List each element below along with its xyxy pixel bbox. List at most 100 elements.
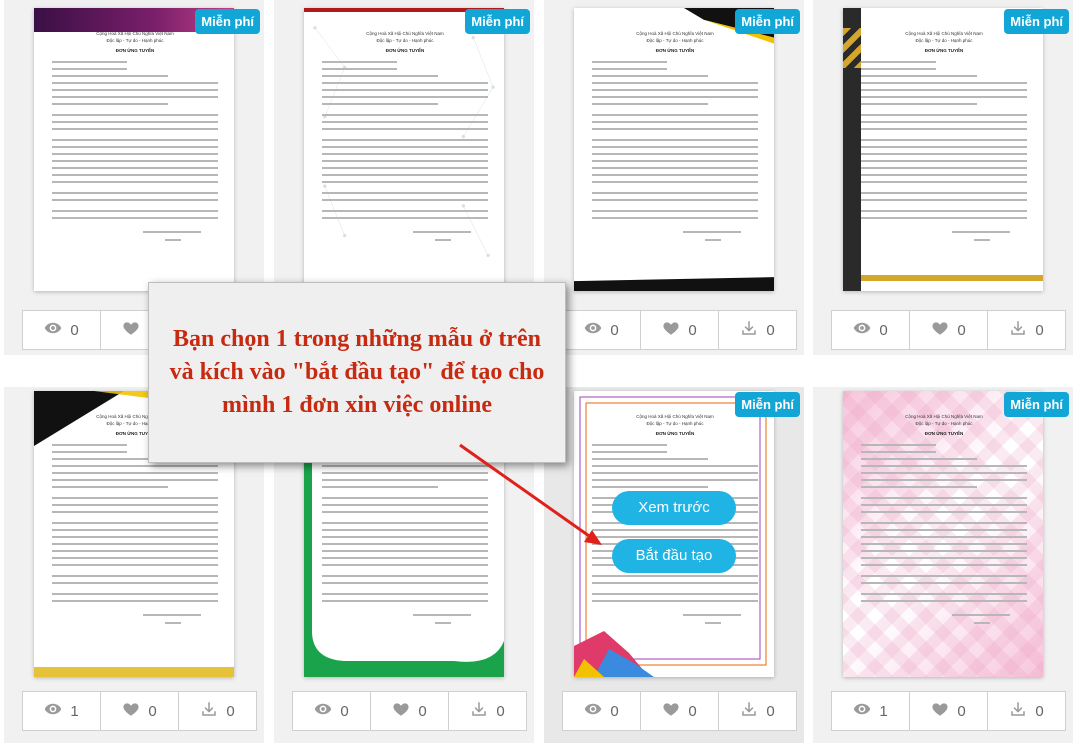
card-stats: 0 0 0 xyxy=(831,310,1066,350)
doc-subheader: Độc lập - Tự do - Hạnh phúc xyxy=(646,38,704,43)
views-stat: 1 xyxy=(22,691,101,731)
heart-icon[interactable] xyxy=(662,319,680,341)
template-thumbnail[interactable]: Cộng Hoà Xã Hội Chủ Nghĩa Việt Nam Độc lậ… xyxy=(843,391,1043,677)
card-stats: 1 0 0 xyxy=(22,691,257,731)
views-stat: 0 xyxy=(831,310,910,350)
heart-icon[interactable] xyxy=(122,319,140,341)
likes-count: 0 xyxy=(148,702,157,720)
download-stat[interactable]: 0 xyxy=(179,691,257,731)
download-icon[interactable] xyxy=(470,700,488,722)
doc-header: Cộng Hoà Xã Hội Chủ Nghĩa Việt Nam xyxy=(905,31,983,36)
doc-title: ĐƠN ỨNG TUYỂN xyxy=(655,48,695,53)
views-stat: 0 xyxy=(292,691,371,731)
like-stat[interactable]: 0 xyxy=(101,691,179,731)
eye-icon xyxy=(584,319,602,341)
like-stat[interactable]: 0 xyxy=(371,691,449,731)
views-count: 1 xyxy=(70,702,79,720)
downloads-count: 0 xyxy=(1035,321,1044,339)
download-icon[interactable] xyxy=(740,319,758,341)
doc-title: ĐƠN ỨNG TUYỂN xyxy=(655,431,695,436)
card-stats: 0 0 0 xyxy=(292,691,527,731)
views-count: 0 xyxy=(610,321,619,339)
heart-icon[interactable] xyxy=(122,700,140,722)
instruction-callout: Bạn chọn 1 trong những mẫu ở trên và kíc… xyxy=(148,282,566,463)
views-stat: 0 xyxy=(562,310,641,350)
card-stats: 1 0 0 xyxy=(831,691,1066,731)
doc-subheader: Độc lập - Tự do - Hạnh phúc xyxy=(915,421,973,426)
doc-title: ĐƠN ỨNG TUYỂN xyxy=(924,48,964,53)
download-stat[interactable]: 0 xyxy=(988,691,1066,731)
like-stat[interactable]: 0 xyxy=(641,310,719,350)
heart-icon[interactable] xyxy=(662,700,680,722)
download-icon[interactable] xyxy=(1009,700,1027,722)
free-badge: Miễn phí xyxy=(735,392,800,417)
eye-icon xyxy=(44,700,62,722)
like-stat[interactable]: 0 xyxy=(910,310,988,350)
free-badge: Miễn phí xyxy=(465,9,530,34)
free-badge: Miễn phí xyxy=(1004,392,1069,417)
likes-count: 0 xyxy=(957,702,966,720)
download-stat[interactable]: 0 xyxy=(988,310,1066,350)
download-stat[interactable]: 0 xyxy=(719,310,797,350)
download-stat[interactable]: 0 xyxy=(719,691,797,731)
doc-subheader: Độc lập - Tự do - Hạnh phúc xyxy=(106,38,164,43)
doc-header: Cộng Hoà Xã Hội Chủ Nghĩa Việt Nam xyxy=(636,414,714,419)
start-create-button[interactable]: Bắt đầu tạo xyxy=(612,539,736,573)
eye-icon xyxy=(853,319,871,341)
download-stat[interactable]: 0 xyxy=(449,691,527,731)
card-stats: 0 0 0 xyxy=(562,310,797,350)
download-icon[interactable] xyxy=(1009,319,1027,341)
views-stat: 0 xyxy=(22,310,101,350)
likes-count: 0 xyxy=(688,702,697,720)
views-count: 0 xyxy=(879,321,888,339)
doc-subheader: Độc lập - Tự do - Hạnh phúc xyxy=(646,421,704,426)
downloads-count: 0 xyxy=(496,702,505,720)
template-card[interactable]: Cộng Hoà Xã Hội Chủ Nghĩa Việt Nam Độc lậ… xyxy=(544,0,804,355)
download-icon[interactable] xyxy=(200,700,218,722)
downloads-count: 0 xyxy=(1035,702,1044,720)
doc-title: ĐƠN ỨNG TUYỂN xyxy=(924,431,964,436)
free-badge: Miễn phí xyxy=(195,9,260,34)
heart-icon[interactable] xyxy=(931,319,949,341)
free-badge: Miễn phí xyxy=(1004,9,1069,34)
template-thumbnail[interactable]: Cộng Hoà Xã Hội Chủ Nghĩa Việt Nam Độc lậ… xyxy=(843,8,1043,291)
template-thumbnail[interactable]: Cộng Hoà Xã Hội Chủ Nghĩa Việt Nam Độc lậ… xyxy=(34,8,234,291)
doc-header: Cộng Hoà Xã Hội Chủ Nghĩa Việt Nam xyxy=(905,414,983,419)
card-stats: 0 0 0 xyxy=(562,691,797,731)
likes-count: 0 xyxy=(957,321,966,339)
likes-count: 0 xyxy=(688,321,697,339)
doc-header: Cộng Hoà Xã Hội Chủ Nghĩa Việt Nam xyxy=(366,31,444,36)
views-count: 0 xyxy=(610,702,619,720)
downloads-count: 0 xyxy=(766,702,775,720)
template-card[interactable]: Cộng Hoà Xã Hội Chủ Nghĩa Việt Nam Độc lậ… xyxy=(813,387,1073,743)
views-count: 0 xyxy=(70,321,79,339)
downloads-count: 0 xyxy=(766,321,775,339)
template-thumbnail[interactable]: Cộng Hoà Xã Hội Chủ Nghĩa Việt Nam Độc lậ… xyxy=(574,8,774,291)
doc-title: ĐƠN ỨNG TUYỂN xyxy=(385,48,425,53)
doc-header: Cộng Hoà Xã Hội Chủ Nghĩa Việt Nam xyxy=(96,31,174,36)
doc-subheader: Độc lập - Tự do - Hạnh phúc xyxy=(915,38,973,43)
template-thumbnail[interactable]: Cộng Hoà Xã Hội Chủ Nghĩa Việt Nam Độc lậ… xyxy=(574,391,774,677)
free-badge: Miễn phí xyxy=(735,9,800,34)
views-count: 0 xyxy=(340,702,349,720)
eye-icon xyxy=(44,319,62,341)
eye-icon xyxy=(584,700,602,722)
eye-icon xyxy=(314,700,332,722)
doc-title: ĐƠN ỨNG TUYỂN xyxy=(115,48,155,53)
like-stat[interactable]: 0 xyxy=(910,691,988,731)
template-thumbnail[interactable]: Cộng Hoà Xã Hội Chủ Nghĩa Việt Nam Độc lậ… xyxy=(304,8,504,291)
views-count: 1 xyxy=(879,702,888,720)
heart-icon[interactable] xyxy=(392,700,410,722)
like-stat[interactable]: 0 xyxy=(641,691,719,731)
doc-subheader: Độc lập - Tự do - Hạnh phúc xyxy=(376,38,434,43)
views-stat: 1 xyxy=(831,691,910,731)
likes-count: 0 xyxy=(418,702,427,720)
template-card[interactable]: Cộng Hoà Xã Hội Chủ Nghĩa Việt Nam Độc lậ… xyxy=(813,0,1073,355)
heart-icon[interactable] xyxy=(931,700,949,722)
eye-icon xyxy=(853,700,871,722)
downloads-count: 0 xyxy=(226,702,235,720)
preview-button[interactable]: Xem trước xyxy=(612,491,736,525)
views-stat: 0 xyxy=(562,691,641,731)
download-icon[interactable] xyxy=(740,700,758,722)
instruction-text: Bạn chọn 1 trong những mẫu ở trên và kíc… xyxy=(169,326,545,418)
